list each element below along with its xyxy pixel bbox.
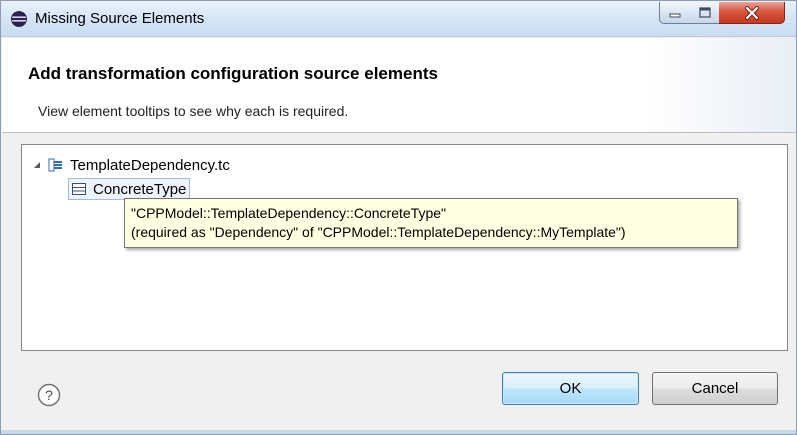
- minimize-button[interactable]: [659, 2, 691, 24]
- close-button[interactable]: [719, 2, 785, 24]
- minimize-icon: [669, 13, 681, 17]
- tooltip-line-reason: (required as "Dependency" of "CPPModel::…: [131, 224, 626, 240]
- header-description: View element tooltips to see why each is…: [38, 103, 349, 119]
- cancel-button[interactable]: Cancel: [652, 372, 778, 405]
- maximize-button[interactable]: [690, 2, 720, 24]
- tooltip-line-element: "CPPModel::TemplateDependency::ConcreteT…: [131, 205, 446, 221]
- tree-item-label: ConcreteType: [93, 180, 187, 198]
- eclipse-icon: [11, 11, 27, 27]
- dialog-window: Missing Source Elements Add transformati…: [0, 0, 797, 435]
- close-icon: [744, 5, 759, 20]
- tree-item-root[interactable]: TemplateDependency.tc: [32, 154, 230, 176]
- header-title: Add transformation configuration source …: [28, 64, 438, 83]
- tree-item-concretetype[interactable]: ConcreteType: [68, 178, 191, 200]
- maximize-icon: [698, 7, 711, 18]
- dialog-header: Add transformation configuration source …: [2, 38, 796, 133]
- expand-triangle-icon[interactable]: [32, 160, 42, 170]
- svg-text:?: ?: [45, 387, 53, 403]
- selected-tree-item[interactable]: ConcreteType: [68, 178, 191, 200]
- class-element-icon: [72, 183, 86, 195]
- tree-item-label: TemplateDependency.tc: [70, 156, 230, 174]
- window-bottom-edge: [1, 430, 796, 434]
- window-title: Missing Source Elements: [35, 10, 205, 27]
- element-tooltip: "CPPModel::TemplateDependency::ConcreteT…: [124, 198, 738, 248]
- title-bar[interactable]: Missing Source Elements: [1, 1, 796, 37]
- transformation-config-icon: [48, 158, 62, 172]
- dialog-footer: ? OK Cancel: [2, 358, 796, 430]
- header-banner-fade: [646, 38, 796, 132]
- help-icon[interactable]: ?: [37, 383, 61, 407]
- ok-button[interactable]: OK: [502, 372, 639, 405]
